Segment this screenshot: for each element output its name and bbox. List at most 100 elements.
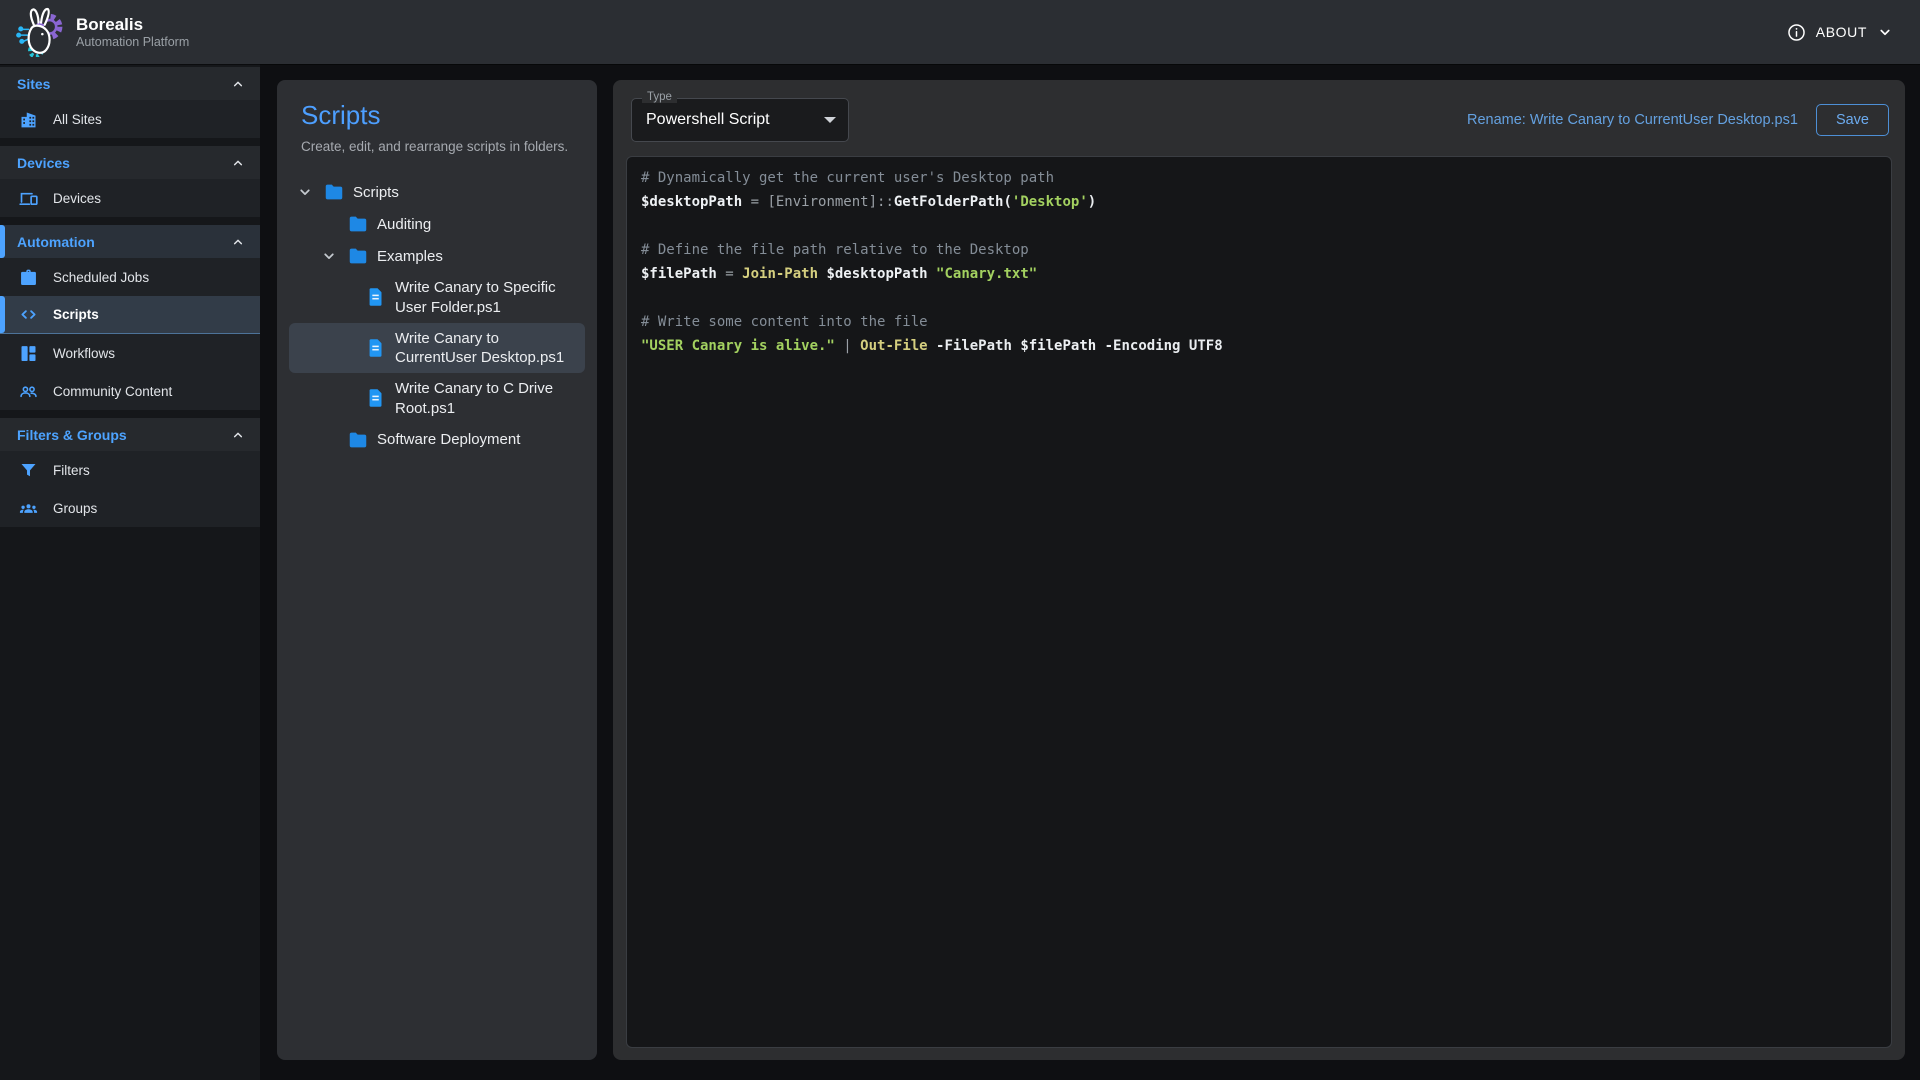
code-line: # Write some content into the file [641,310,1877,334]
file-icon [365,337,387,359]
code-line: $desktopPath = [Environment]::GetFolderP… [641,190,1877,214]
sidebar-item-community-content[interactable]: Community Content [0,372,260,410]
briefcase-icon [18,267,39,288]
script-type-select[interactable]: Type Powershell Script [631,98,849,142]
tree-folder-auditing[interactable]: Auditing [289,208,585,240]
filter-icon [18,460,39,481]
scripts-panel: Scripts Create, edit, and rearrange scri… [277,80,597,1060]
sidebar-section-label: Filters & Groups [17,427,127,443]
select-caret-icon [824,117,836,123]
sidebar-item-label: All Sites [53,112,102,127]
code-token: Out-File [860,338,927,354]
sidebar-section-label: Devices [17,155,70,171]
scripts-panel-title: Scripts [301,100,573,131]
folder-icon [347,213,369,235]
borealis-rabbit-logo [14,7,64,57]
tree-folder-scripts[interactable]: Scripts [289,176,585,208]
brand-text: Borealis Automation Platform [76,15,189,49]
about-button[interactable]: ABOUT [1786,22,1894,43]
tree-item-label: Examples [377,246,443,267]
sidebar: Sites All Sites Devices Devices Automation Sc… [0,64,260,1080]
code-icon [18,304,39,325]
code-line: # Dynamically get the current user's Des… [641,166,1877,190]
tree-folder-examples[interactable]: Examples [289,240,585,272]
folder-icon [347,245,369,267]
expand-chevron-slot [295,182,315,202]
tree-file-write-canary-to-currentuser-desktop-ps1[interactable]: Write Canary to CurrentUser Desktop.ps1 [289,323,585,374]
sidebar-section-automation: Automation Scheduled Jobs Scripts Workflows… [0,225,260,410]
expand-chevron-slot [319,246,339,266]
type-select-label: Type [642,91,677,103]
code-token: $desktopPath [641,194,742,210]
code-token: -FilePath [928,338,1021,354]
sidebar-section-sites: Sites All Sites [0,67,260,138]
empty-chevron-slot [319,430,339,450]
file-icon [365,286,387,308]
main-layout: Sites All Sites Devices Devices Automation Sc… [0,64,1920,1080]
code-token: # Define the file path relative to the D… [641,242,1029,258]
sidebar-section-devices: Devices Devices [0,146,260,217]
sidebar-section-header[interactable]: Filters & Groups [0,418,260,451]
tree-item-label: Software Deployment [377,429,520,450]
tree-folder-software-deployment[interactable]: Software Deployment [289,424,585,456]
code-line: "USER Canary is alive." | Out-File -File… [641,334,1877,358]
tree-file-write-canary-to-specific-user-folder-ps1[interactable]: Write Canary to Specific User Folder.ps1 [289,272,585,323]
sidebar-section-header[interactable]: Devices [0,146,260,179]
sidebar-item-all-sites[interactable]: All Sites [0,100,260,138]
people-icon [18,381,39,402]
building-icon [18,109,39,130]
code-line [641,214,1877,238]
devices-icon [18,188,39,209]
code-line: # Define the file path relative to the D… [641,238,1877,262]
code-token: $filePath [1020,338,1096,354]
sidebar-section-header[interactable]: Sites [0,67,260,100]
sidebar-item-label: Scheduled Jobs [53,270,149,285]
code-line: $filePath = Join-Path $desktopPath "Cana… [641,262,1877,286]
code-token: # Dynamically get the current user's Des… [641,170,1054,186]
folder-icon [323,181,345,203]
tree-item-label: Write Canary to CurrentUser Desktop.ps1 [395,328,579,369]
type-select-value: Powershell Script [646,111,770,129]
code-token: Join-Path [742,266,818,282]
code-token: GetFolderPath [894,194,1004,210]
sidebar-section-filters-groups: Filters & Groups FiltersGroups [0,418,260,527]
save-button[interactable]: Save [1816,104,1889,136]
code-token: 'Desktop' [1012,194,1088,210]
sidebar-section-label: Sites [17,76,50,92]
rename-link[interactable]: Rename: Write Canary to CurrentUser Desk… [1467,112,1798,128]
sidebar-item-scripts[interactable]: Scripts [0,296,260,334]
sidebar-item-filters[interactable]: Filters [0,451,260,489]
code-token: "Canary.txt" [936,266,1037,282]
sidebar-section-header[interactable]: Automation [0,225,260,258]
sidebar-item-workflows[interactable]: Workflows [0,334,260,372]
chevron-up-icon [230,234,246,250]
chevron-up-icon [230,155,246,171]
code-line [641,286,1877,310]
sidebar-item-label: Workflows [53,346,115,361]
sidebar-item-devices[interactable]: Devices [0,179,260,217]
brand-title: Borealis [76,15,189,35]
chevron-down-icon [295,182,315,202]
chevron-up-icon [230,76,246,92]
chevron-up-icon [230,427,246,443]
script-tree: Scripts Auditing Examples Write Canary to S… [277,176,597,456]
code-token: ) [1088,194,1096,210]
workflow-icon [18,343,39,364]
tree-item-label: Scripts [353,182,399,203]
code-token: $desktopPath [826,266,927,282]
code-token: = [Environment]:: [742,194,894,210]
code-token: = [717,266,742,282]
code-token: # Write some content into the file [641,314,928,330]
tree-item-label: Auditing [377,214,431,235]
sidebar-item-groups[interactable]: Groups [0,489,260,527]
tree-item-label: Write Canary to Specific User Folder.ps1 [395,277,579,318]
brand-subtitle: Automation Platform [76,35,189,49]
code-token: $filePath [641,266,717,282]
sidebar-item-scheduled-jobs[interactable]: Scheduled Jobs [0,258,260,296]
scripts-panel-header: Scripts Create, edit, and rearrange scri… [277,100,597,154]
code-editor[interactable]: # Dynamically get the current user's Des… [626,156,1892,1048]
tree-file-write-canary-to-c-drive-root-ps1[interactable]: Write Canary to C Drive Root.ps1 [289,373,585,424]
about-label: ABOUT [1816,24,1867,40]
code-token: -Encoding UTF8 [1096,338,1222,354]
empty-chevron-slot [319,214,339,234]
